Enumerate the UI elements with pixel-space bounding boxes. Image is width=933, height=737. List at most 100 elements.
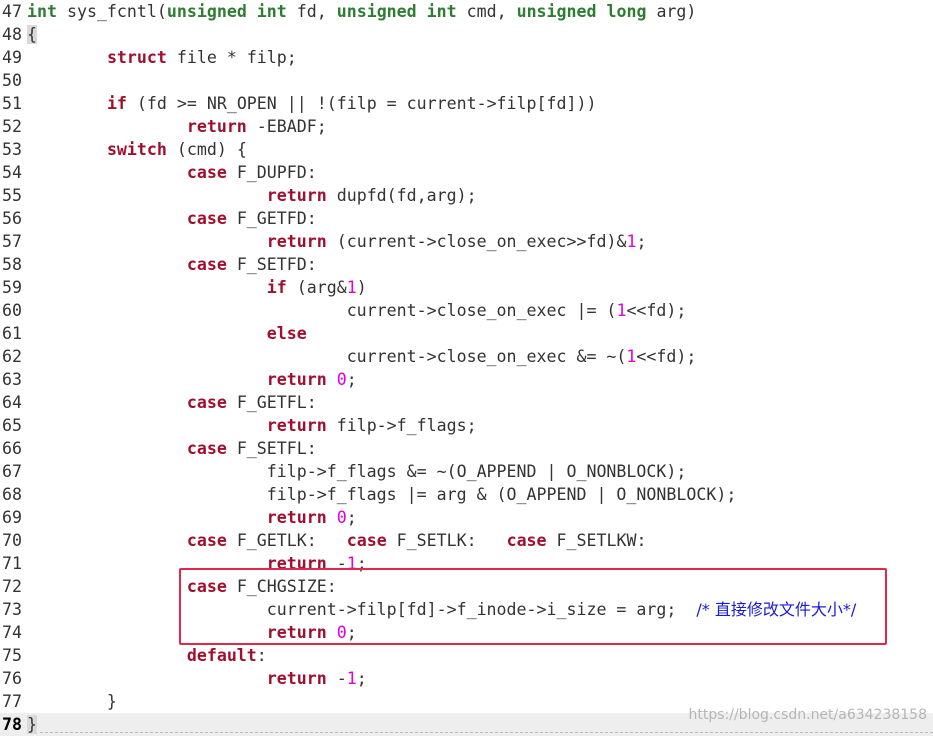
number-literal: 0 bbox=[336, 370, 347, 389]
matched-brace: { bbox=[27, 25, 37, 44]
line-number: 62 bbox=[2, 347, 22, 366]
code-line[interactable]: 65 return filp->f_flags; bbox=[0, 414, 933, 437]
code-text[interactable]: return dupfd(fd,arg); bbox=[27, 184, 477, 207]
code-line[interactable]: 61 else bbox=[0, 322, 933, 345]
code-token: filp->f_flags &= ~(O_APPEND | O_NONBLOCK… bbox=[27, 462, 687, 481]
code-line[interactable]: 53 switch (cmd) { bbox=[0, 138, 933, 161]
code-text[interactable]: if (arg&1) bbox=[27, 276, 367, 299]
code-line[interactable]: 62 current->close_on_exec &= ~(1<<fd); bbox=[0, 345, 933, 368]
keyword-token: else bbox=[266, 324, 307, 343]
code-line[interactable]: 63 return 0; bbox=[0, 368, 933, 391]
code-token: ; bbox=[346, 508, 357, 527]
code-line[interactable]: 50 bbox=[0, 69, 933, 92]
line-number: 50 bbox=[2, 71, 22, 90]
code-text[interactable]: filp->f_flags |= arg & (O_APPEND | O_NON… bbox=[27, 483, 737, 506]
line-number: 61 bbox=[2, 324, 22, 343]
line-number: 75 bbox=[2, 646, 22, 665]
keyword-token: return bbox=[266, 232, 327, 251]
code-line[interactable]: 56 case F_GETFD: bbox=[0, 207, 933, 230]
keyword-token: if bbox=[266, 278, 287, 297]
code-line[interactable]: 59 if (arg&1) bbox=[0, 276, 933, 299]
code-token: F_GETFD: bbox=[226, 209, 317, 228]
code-text[interactable]: return filp->f_flags; bbox=[27, 414, 477, 437]
line-number: 77 bbox=[2, 692, 22, 711]
code-line[interactable]: 51 if (fd >= NR_OPEN || !(filp = current… bbox=[0, 92, 933, 115]
line-number: 72 bbox=[2, 577, 22, 596]
code-line[interactable]: 55 return dupfd(fd,arg); bbox=[0, 184, 933, 207]
code-line[interactable]: 47 int sys_fcntl(unsigned int fd, unsigne… bbox=[0, 0, 933, 23]
code-token: F_SETFD: bbox=[226, 255, 317, 274]
code-text[interactable]: filp->f_flags &= ~(O_APPEND | O_NONBLOCK… bbox=[27, 460, 687, 483]
line-number: 71 bbox=[2, 554, 22, 573]
code-line[interactable]: 68 filp->f_flags |= arg & (O_APPEND | O_… bbox=[0, 483, 933, 506]
code-line[interactable]: 49 struct file * filp; bbox=[0, 46, 933, 69]
keyword-token: case bbox=[346, 531, 387, 550]
code-line[interactable]: 67 filp->f_flags &= ~(O_APPEND | O_NONBL… bbox=[0, 460, 933, 483]
code-text[interactable]: switch (cmd) { bbox=[27, 138, 247, 161]
end-of-buffer-rule bbox=[40, 732, 933, 733]
annotation-highlight-box bbox=[179, 568, 887, 645]
line-number: 51 bbox=[2, 94, 22, 113]
code-token: } bbox=[27, 692, 117, 711]
code-token: -EBADF; bbox=[246, 117, 327, 136]
code-text[interactable]: case F_GETFD: bbox=[27, 207, 317, 230]
code-text[interactable]: case F_SETFD: bbox=[27, 253, 317, 276]
code-text[interactable]: case F_GETFL: bbox=[27, 391, 317, 414]
line-number: 49 bbox=[2, 48, 22, 67]
code-text[interactable]: case F_GETLK: case F_SETLK: case F_SETLK… bbox=[27, 529, 647, 552]
code-line[interactable]: 48 { bbox=[0, 23, 933, 46]
code-line[interactable]: 52 return -EBADF; bbox=[0, 115, 933, 138]
code-line[interactable]: 66 case F_SETFL: bbox=[0, 437, 933, 460]
line-number: 59 bbox=[2, 278, 22, 297]
code-text[interactable]: if (fd >= NR_OPEN || !(filp = current->f… bbox=[27, 92, 597, 115]
keyword-token: struct bbox=[106, 48, 167, 67]
code-text[interactable]: case F_DUPFD: bbox=[27, 161, 317, 184]
code-text[interactable]: return 0; bbox=[27, 368, 357, 391]
code-text[interactable]: current->close_on_exec &= ~(1<<fd); bbox=[27, 345, 697, 368]
code-token: fd, bbox=[286, 2, 337, 21]
keyword-token: return bbox=[266, 508, 327, 527]
code-text[interactable]: current->close_on_exec |= (1<<fd); bbox=[27, 299, 687, 322]
line-number: 53 bbox=[2, 140, 22, 159]
code-text[interactable]: return (current->close_on_exec>>fd)&1; bbox=[27, 230, 647, 253]
line-number: 55 bbox=[2, 186, 22, 205]
code-line[interactable]: 57 return (current->close_on_exec>>fd)&1… bbox=[0, 230, 933, 253]
code-line[interactable]: 58 case F_SETFD: bbox=[0, 253, 933, 276]
code-text[interactable]: } bbox=[27, 690, 117, 713]
line-number: 73 bbox=[2, 600, 22, 619]
keyword-token: case bbox=[186, 209, 227, 228]
code-token: <<fd); bbox=[626, 301, 687, 320]
code-text[interactable]: int sys_fcntl(unsigned int fd, unsigned … bbox=[27, 0, 696, 23]
line-number: 74 bbox=[2, 623, 22, 642]
code-text[interactable]: } bbox=[27, 713, 37, 736]
code-text[interactable]: else bbox=[27, 322, 307, 345]
code-text[interactable]: return -1; bbox=[27, 667, 367, 690]
code-line[interactable]: 70 case F_GETLK: case F_SETLK: case F_SE… bbox=[0, 529, 933, 552]
code-text[interactable]: return -EBADF; bbox=[27, 115, 327, 138]
number-literal: 0 bbox=[336, 508, 347, 527]
code-text[interactable]: case F_SETFL: bbox=[27, 437, 317, 460]
code-text[interactable]: struct file * filp; bbox=[27, 46, 297, 69]
code-line[interactable]: 76 return -1; bbox=[0, 667, 933, 690]
code-token: ) bbox=[356, 278, 367, 297]
code-line[interactable]: 60 current->close_on_exec |= (1<<fd); bbox=[0, 299, 933, 322]
code-token: file * filp; bbox=[166, 48, 297, 67]
code-text[interactable]: default: bbox=[27, 644, 267, 667]
code-text[interactable]: return 0; bbox=[27, 506, 357, 529]
line-number: 47 bbox=[2, 2, 22, 21]
code-line[interactable]: 54 case F_DUPFD: bbox=[0, 161, 933, 184]
code-token: <<fd); bbox=[636, 347, 697, 366]
keyword-token: return bbox=[266, 669, 327, 688]
code-line[interactable]: 69 return 0; bbox=[0, 506, 933, 529]
line-number: 76 bbox=[2, 669, 22, 688]
code-token: F_GETLK: bbox=[226, 531, 347, 550]
keyword-token: return bbox=[266, 370, 327, 389]
matched-brace: } bbox=[27, 715, 37, 734]
code-line[interactable]: 64 case F_GETFL: bbox=[0, 391, 933, 414]
code-token: ; bbox=[346, 370, 357, 389]
code-line[interactable]: 75 default: bbox=[0, 644, 933, 667]
code-text[interactable]: { bbox=[27, 23, 37, 46]
